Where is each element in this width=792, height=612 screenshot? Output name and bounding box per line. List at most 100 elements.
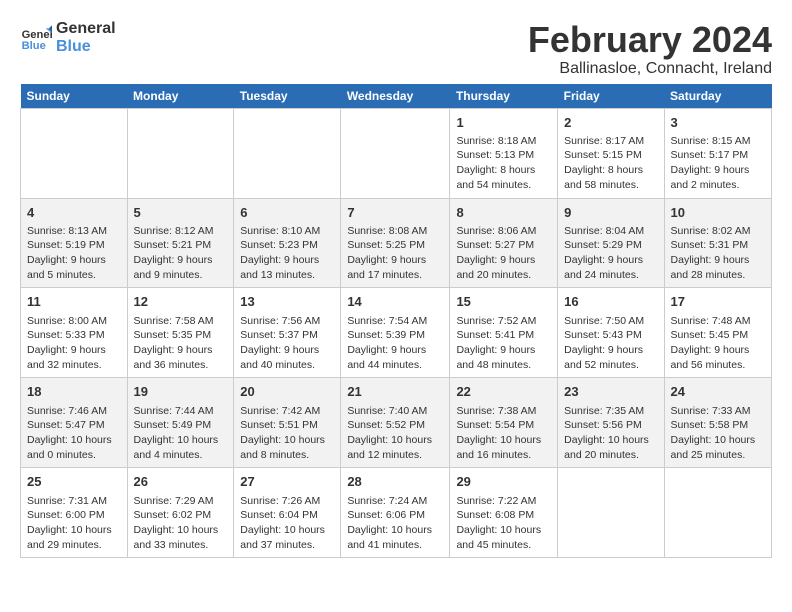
calendar-cell <box>21 108 128 198</box>
day-number: 5 <box>134 204 228 222</box>
calendar-cell <box>127 108 234 198</box>
calendar-cell: 10 Sunrise: 8:02 AM Sunset: 5:31 PM Dayli… <box>664 198 771 288</box>
day-number: 17 <box>671 293 765 311</box>
day-info: Sunrise: 7:40 AM Sunset: 5:52 PM Dayligh… <box>347 404 443 463</box>
page-subtitle: Ballinasloe, Connacht, Ireland <box>528 60 772 78</box>
day-info: Sunrise: 8:12 AM Sunset: 5:21 PM Dayligh… <box>134 224 228 283</box>
day-info: Sunrise: 8:02 AM Sunset: 5:31 PM Dayligh… <box>671 224 765 283</box>
day-info: Sunrise: 8:17 AM Sunset: 5:15 PM Dayligh… <box>564 134 657 193</box>
svg-text:Blue: Blue <box>22 40 46 52</box>
day-number: 25 <box>27 473 121 491</box>
calendar-cell: 9 Sunrise: 8:04 AM Sunset: 5:29 PM Daylig… <box>558 198 664 288</box>
calendar-week-row: 18 Sunrise: 7:46 AM Sunset: 5:47 PM Dayli… <box>21 378 772 468</box>
day-info: Sunrise: 7:26 AM Sunset: 6:04 PM Dayligh… <box>240 494 334 553</box>
day-number: 19 <box>134 383 228 401</box>
day-number: 16 <box>564 293 657 311</box>
calendar-cell: 11Sunrise: 8:00 AM Sunset: 5:33 PM Dayli… <box>21 288 128 378</box>
day-number: 14 <box>347 293 443 311</box>
calendar-cell: 25 Sunrise: 7:31 AM Sunset: 6:00 PM Dayli… <box>21 468 128 558</box>
day-info: Sunrise: 8:10 AM Sunset: 5:23 PM Dayligh… <box>240 224 334 283</box>
calendar-header-row: SundayMondayTuesdayWednesdayThursdayFrid… <box>21 84 772 109</box>
day-number: 8 <box>456 204 551 222</box>
day-number: 23 <box>564 383 657 401</box>
calendar-cell: 28 Sunrise: 7:24 AM Sunset: 6:06 PM Dayli… <box>341 468 450 558</box>
day-number: 22 <box>456 383 551 401</box>
calendar-table: SundayMondayTuesdayWednesdayThursdayFrid… <box>20 84 772 559</box>
day-number: 20 <box>240 383 334 401</box>
day-number: 10 <box>671 204 765 222</box>
day-info: Sunrise: 7:54 AM Sunset: 5:39 PM Dayligh… <box>347 314 443 373</box>
calendar-cell: 3 Sunrise: 8:15 AM Sunset: 5:17 PM Daylig… <box>664 108 771 198</box>
day-info: Sunrise: 8:04 AM Sunset: 5:29 PM Dayligh… <box>564 224 657 283</box>
day-number: 26 <box>134 473 228 491</box>
calendar-cell: 20 Sunrise: 7:42 AM Sunset: 5:51 PM Dayli… <box>234 378 341 468</box>
calendar-cell: 24Sunrise: 7:33 AM Sunset: 5:58 PM Dayli… <box>664 378 771 468</box>
day-info: Sunrise: 7:58 AM Sunset: 5:35 PM Dayligh… <box>134 314 228 373</box>
calendar-cell: 23Sunrise: 7:35 AM Sunset: 5:56 PM Dayli… <box>558 378 664 468</box>
calendar-cell: 27 Sunrise: 7:26 AM Sunset: 6:04 PM Dayli… <box>234 468 341 558</box>
day-info: Sunrise: 7:24 AM Sunset: 6:06 PM Dayligh… <box>347 494 443 553</box>
day-info: Sunrise: 7:42 AM Sunset: 5:51 PM Dayligh… <box>240 404 334 463</box>
day-info: Sunrise: 7:22 AM Sunset: 6:08 PM Dayligh… <box>456 494 551 553</box>
calendar-cell: 14 Sunrise: 7:54 AM Sunset: 5:39 PM Dayli… <box>341 288 450 378</box>
day-number: 13 <box>240 293 334 311</box>
calendar-week-row: 11Sunrise: 8:00 AM Sunset: 5:33 PM Dayli… <box>21 288 772 378</box>
day-info: Sunrise: 7:31 AM Sunset: 6:00 PM Dayligh… <box>27 494 121 553</box>
calendar-cell: 17 Sunrise: 7:48 AM Sunset: 5:45 PM Dayli… <box>664 288 771 378</box>
calendar-cell <box>234 108 341 198</box>
day-info: Sunrise: 7:50 AM Sunset: 5:43 PM Dayligh… <box>564 314 657 373</box>
calendar-cell: 19 Sunrise: 7:44 AM Sunset: 5:49 PM Dayli… <box>127 378 234 468</box>
day-number: 6 <box>240 204 334 222</box>
calendar-cell: 15Sunrise: 7:52 AM Sunset: 5:41 PM Dayli… <box>450 288 558 378</box>
calendar-cell: 6 Sunrise: 8:10 AM Sunset: 5:23 PM Daylig… <box>234 198 341 288</box>
day-info: Sunrise: 8:06 AM Sunset: 5:27 PM Dayligh… <box>456 224 551 283</box>
day-info: Sunrise: 7:29 AM Sunset: 6:02 PM Dayligh… <box>134 494 228 553</box>
day-info: Sunrise: 7:46 AM Sunset: 5:47 PM Dayligh… <box>27 404 121 463</box>
day-number: 24 <box>671 383 765 401</box>
day-info: Sunrise: 7:44 AM Sunset: 5:49 PM Dayligh… <box>134 404 228 463</box>
day-number: 12 <box>134 293 228 311</box>
day-info: Sunrise: 7:48 AM Sunset: 5:45 PM Dayligh… <box>671 314 765 373</box>
calendar-cell: 21 Sunrise: 7:40 AM Sunset: 5:52 PM Dayli… <box>341 378 450 468</box>
calendar-cell <box>664 468 771 558</box>
calendar-cell: 26 Sunrise: 7:29 AM Sunset: 6:02 PM Dayli… <box>127 468 234 558</box>
day-info: Sunrise: 8:13 AM Sunset: 5:19 PM Dayligh… <box>27 224 121 283</box>
calendar-cell: 5 Sunrise: 8:12 AM Sunset: 5:21 PM Daylig… <box>127 198 234 288</box>
calendar-header-friday: Friday <box>558 84 664 109</box>
day-info: Sunrise: 7:38 AM Sunset: 5:54 PM Dayligh… <box>456 404 551 463</box>
calendar-header-saturday: Saturday <box>664 84 771 109</box>
calendar-week-row: 1Sunrise: 8:18 AM Sunset: 5:13 PM Daylig… <box>21 108 772 198</box>
calendar-cell: 2Sunrise: 8:17 AM Sunset: 5:15 PM Daylig… <box>558 108 664 198</box>
logo-line2: Blue <box>56 38 116 56</box>
calendar-week-row: 4 Sunrise: 8:13 AM Sunset: 5:19 PM Daylig… <box>21 198 772 288</box>
day-info: Sunrise: 8:08 AM Sunset: 5:25 PM Dayligh… <box>347 224 443 283</box>
calendar-cell: 13 Sunrise: 7:56 AM Sunset: 5:37 PM Dayli… <box>234 288 341 378</box>
day-number: 29 <box>456 473 551 491</box>
calendar-cell <box>558 468 664 558</box>
svg-text:General: General <box>22 29 52 41</box>
page-title: February 2024 <box>528 20 772 60</box>
day-number: 28 <box>347 473 443 491</box>
day-number: 3 <box>671 114 765 132</box>
calendar-cell: 12 Sunrise: 7:58 AM Sunset: 5:35 PM Dayli… <box>127 288 234 378</box>
day-number: 4 <box>27 204 121 222</box>
day-info: Sunrise: 8:15 AM Sunset: 5:17 PM Dayligh… <box>671 134 765 193</box>
day-number: 27 <box>240 473 334 491</box>
day-number: 18 <box>27 383 121 401</box>
day-number: 1 <box>456 114 551 132</box>
day-number: 11 <box>27 293 121 311</box>
calendar-cell: 18 Sunrise: 7:46 AM Sunset: 5:47 PM Dayli… <box>21 378 128 468</box>
calendar-cell: 1Sunrise: 8:18 AM Sunset: 5:13 PM Daylig… <box>450 108 558 198</box>
calendar-cell: 29 Sunrise: 7:22 AM Sunset: 6:08 PM Dayli… <box>450 468 558 558</box>
day-info: Sunrise: 7:56 AM Sunset: 5:37 PM Dayligh… <box>240 314 334 373</box>
day-number: 7 <box>347 204 443 222</box>
page-header: General Blue General Blue February 2024 … <box>20 20 772 78</box>
day-number: 15 <box>456 293 551 311</box>
calendar-cell <box>341 108 450 198</box>
day-number: 9 <box>564 204 657 222</box>
day-number: 21 <box>347 383 443 401</box>
calendar-week-row: 25 Sunrise: 7:31 AM Sunset: 6:00 PM Dayli… <box>21 468 772 558</box>
calendar-cell: 4 Sunrise: 8:13 AM Sunset: 5:19 PM Daylig… <box>21 198 128 288</box>
calendar-header-monday: Monday <box>127 84 234 109</box>
calendar-cell: 8 Sunrise: 8:06 AM Sunset: 5:27 PM Daylig… <box>450 198 558 288</box>
